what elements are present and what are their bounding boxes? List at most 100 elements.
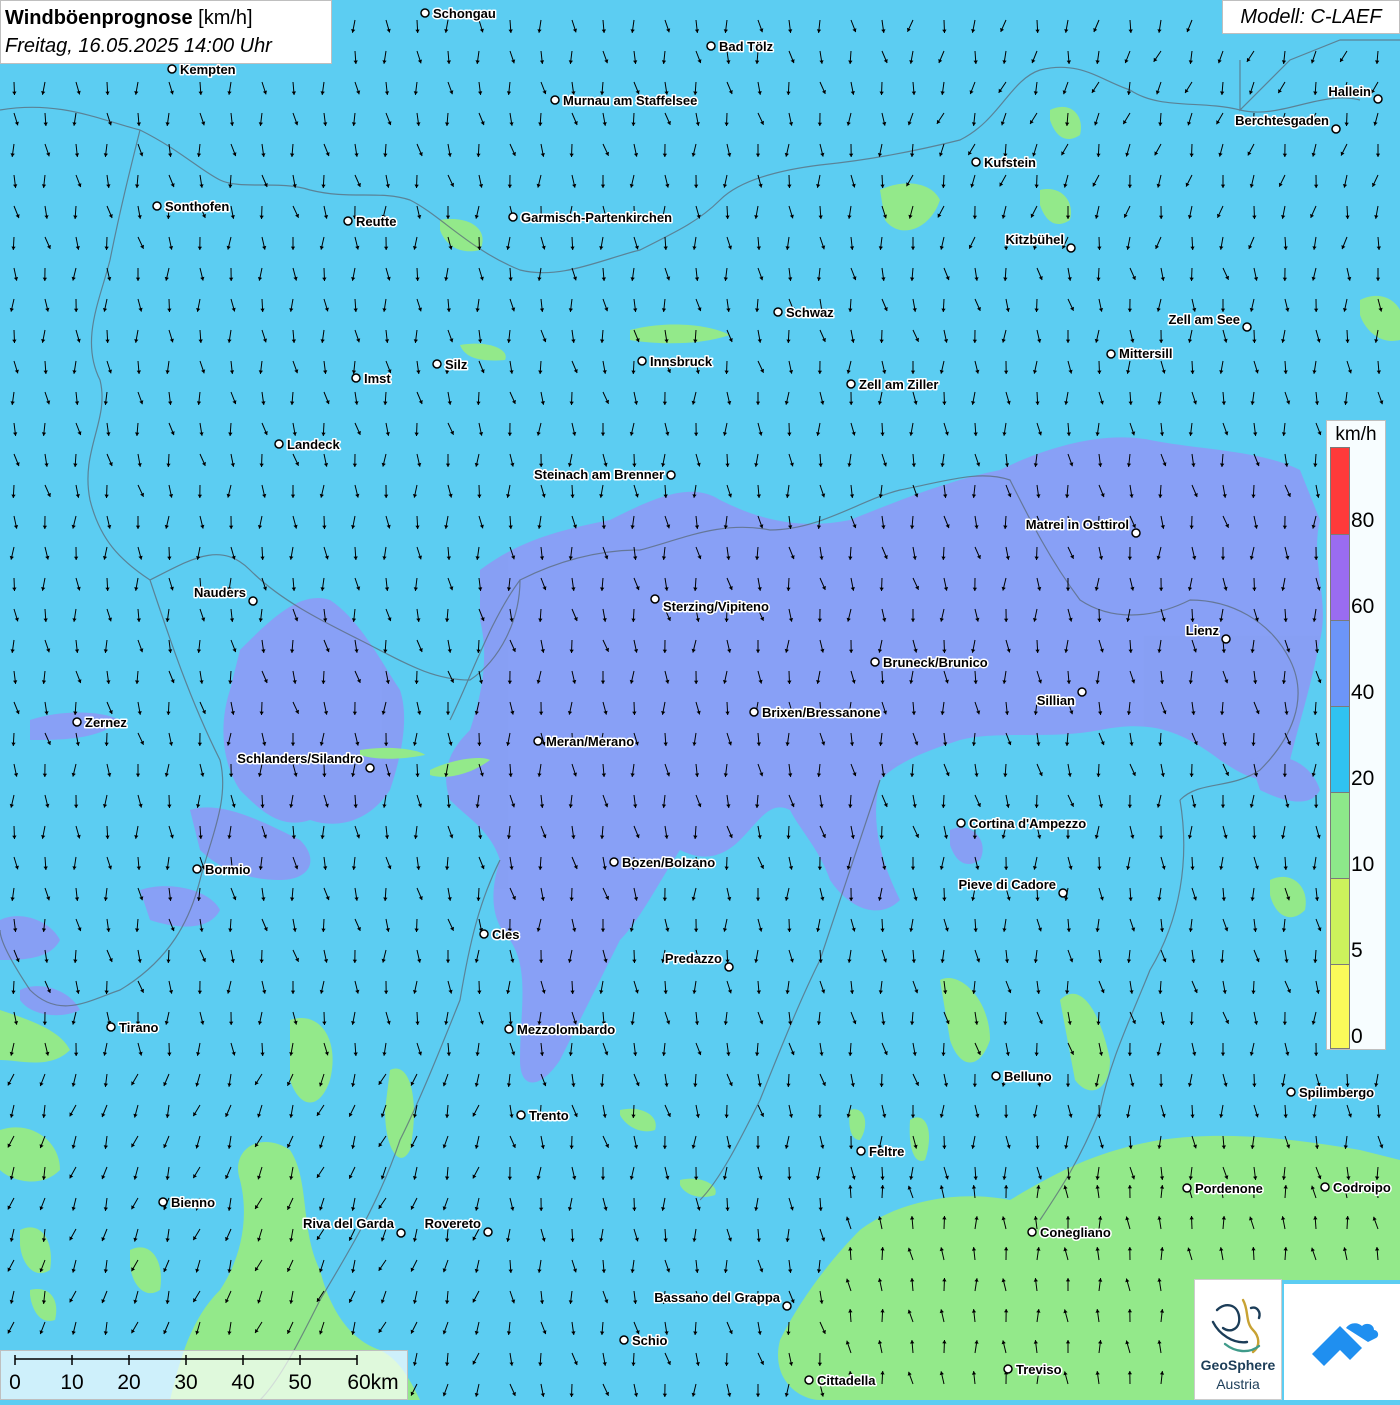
legend-tick: 80 — [1351, 510, 1374, 532]
city-label: Mezzolombardo — [517, 1022, 615, 1037]
city-label: Steinach am Brenner — [534, 467, 664, 482]
city-marker: Bruneck/Brunico — [871, 655, 988, 670]
legend-segment-10-20 — [1331, 792, 1349, 878]
city-marker: Sonthofen — [153, 199, 229, 214]
legend-color-bar — [1330, 447, 1350, 1049]
city-marker: Pordenone — [1183, 1181, 1263, 1196]
legend-unit: km/h — [1327, 424, 1385, 446]
city-marker: Brixen/Bressanone — [750, 705, 881, 720]
wind-gust-map: Schongau Bad Tölz Kempten Murnau am Staf… — [0, 0, 1400, 1400]
city-label: Innsbruck — [650, 354, 713, 369]
app-logo-graphic — [1284, 1284, 1400, 1400]
city-label: Imst — [364, 371, 391, 386]
legend-segment-80-plus — [1331, 448, 1349, 534]
city-label: Meran/Merano — [546, 734, 634, 749]
city-marker: Schongau — [421, 6, 496, 21]
city-label: Predazzo — [665, 951, 722, 966]
city-label: Bruneck/Brunico — [883, 655, 988, 670]
legend-segment-40-60 — [1331, 620, 1349, 706]
city-label: Treviso — [1016, 1362, 1062, 1377]
city-marker: Meran/Merano — [534, 734, 634, 749]
city-label: Lienz — [1186, 623, 1220, 638]
city-label: Bad Tölz — [719, 39, 774, 54]
title-unit: [km/h] — [198, 7, 252, 29]
city-label: Belluno — [1004, 1069, 1052, 1084]
city-label: Conegliano — [1040, 1225, 1111, 1240]
logo-name-2: Austria — [1195, 1376, 1281, 1392]
city-label: Zernez — [85, 715, 127, 730]
city-label: Zell am See — [1168, 312, 1240, 327]
city-label: Rovereto — [425, 1216, 481, 1231]
legend-tick: 20 — [1351, 768, 1374, 790]
city-label: Nauders — [194, 585, 246, 600]
city-label: Brixen/Bressanone — [762, 705, 881, 720]
city-label: Kufstein — [984, 155, 1036, 170]
city-label: Murnau am Staffelsee — [563, 93, 697, 108]
city-label: Bormio — [205, 862, 251, 877]
city-label: Sonthofen — [165, 199, 229, 214]
city-label: Schlanders/Silandro — [237, 751, 363, 766]
city-marker: Mezzolombardo — [505, 1022, 615, 1037]
city-label: Spilimbergo — [1299, 1085, 1374, 1100]
city-label: Bozen/Bolzano — [622, 855, 715, 870]
scale-label: 30 — [174, 1371, 197, 1395]
city-marker: Conegliano — [1028, 1225, 1111, 1240]
city-label: Bassano del Grappa — [654, 1290, 780, 1305]
scale-label: 0 — [9, 1371, 21, 1395]
forecast-datetime: Freitag, 16.05.2025 14:00 Uhr — [5, 32, 327, 60]
geosphere-logo-icon — [1195, 1288, 1281, 1364]
title-main: Windböenprognose — [5, 7, 193, 29]
city-marker: Bozen/Bolzano — [610, 855, 715, 870]
city-label: Zell am Ziller — [859, 377, 938, 392]
city-marker: Innsbruck — [638, 354, 713, 369]
city-label: Pieve di Cadore — [958, 877, 1056, 892]
city-marker: Garmisch-Partenkirchen — [509, 210, 672, 225]
city-marker: Zell am Ziller — [847, 377, 938, 392]
city-label: Schongau — [433, 6, 496, 21]
legend-tick: 5 — [1351, 940, 1363, 962]
map-title-box: Windböenprognose [km/h] Freitag, 16.05.2… — [0, 0, 332, 64]
city-label: Garmisch-Partenkirchen — [521, 210, 672, 225]
scale-label: 20 — [117, 1371, 140, 1395]
legend-tick: 0 — [1351, 1026, 1363, 1048]
city-label: Kitzbühel — [1006, 232, 1065, 247]
city-label: Schwaz — [786, 305, 834, 320]
city-marker: Murnau am Staffelsee — [551, 93, 697, 108]
scale-label: 60km — [347, 1371, 398, 1395]
legend-segment-0-5 — [1331, 964, 1349, 1048]
city-label: Silz — [445, 357, 468, 372]
city-label: Hallein — [1328, 84, 1371, 99]
city-label: Bienno — [171, 1195, 215, 1210]
city-label: Kempten — [180, 62, 236, 77]
color-legend: km/h 80 60 40 20 10 5 0 — [1326, 420, 1386, 1050]
scale-bar: 0 10 20 30 40 50 60km — [0, 1350, 408, 1400]
city-label: Schio — [632, 1333, 667, 1348]
city-label: Riva del Garda — [303, 1216, 395, 1231]
city-label: Cortina d'Ampezzo — [969, 816, 1086, 831]
city-label: Sterzing/Vipiteno — [663, 599, 769, 614]
city-marker: Cortina d'Ampezzo — [957, 816, 1086, 831]
city-label: Landeck — [287, 437, 341, 452]
city-label: Berchtesgaden — [1235, 113, 1329, 128]
city-label: Trento — [529, 1108, 569, 1123]
city-label: Codroipo — [1333, 1180, 1391, 1195]
legend-tick: 60 — [1351, 596, 1374, 618]
city-label: Cittadella — [817, 1373, 876, 1388]
scale-label: 10 — [60, 1371, 83, 1395]
city-label: Cles — [492, 927, 519, 942]
legend-segment-60-80 — [1331, 534, 1349, 620]
city-label: Tirano — [119, 1020, 159, 1035]
legend-tick: 10 — [1351, 854, 1374, 876]
legend-segment-5-10 — [1331, 878, 1349, 964]
geosphere-logo[interactable]: GeoSphere Austria — [1194, 1279, 1282, 1400]
scale-bar-ruler — [1, 1351, 409, 1371]
map-title: Windböenprognose [km/h] — [5, 4, 327, 32]
scale-label: 50 — [288, 1371, 311, 1395]
city-label: Feltre — [869, 1144, 904, 1159]
scale-label: 40 — [231, 1371, 254, 1395]
legend-tick: 40 — [1351, 682, 1374, 704]
city-marker: Steinach am Brenner — [534, 467, 675, 482]
cloud-mountain-icon[interactable] — [1284, 1284, 1400, 1400]
city-label: Pordenone — [1195, 1181, 1263, 1196]
model-label: Modell: C-LAEF — [1222, 0, 1400, 34]
